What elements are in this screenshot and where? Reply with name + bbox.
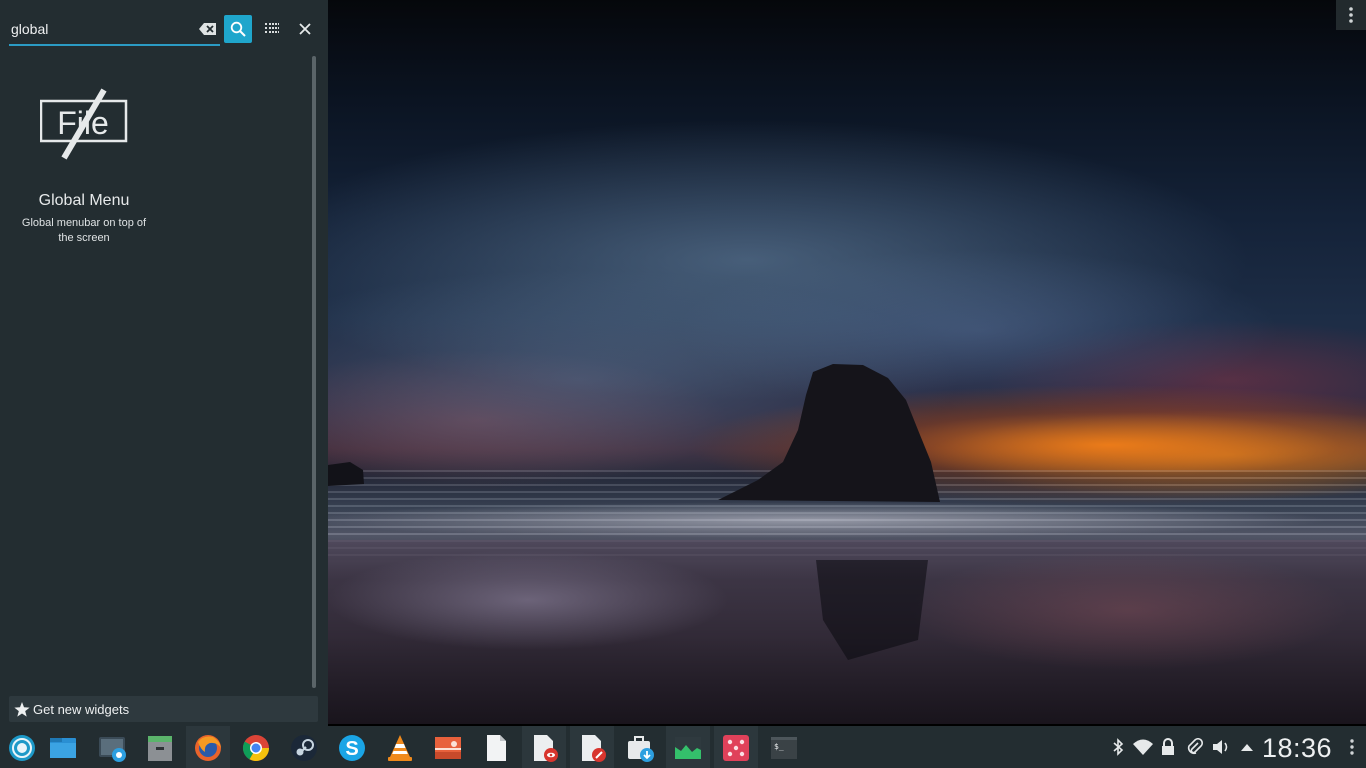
tray-expand-arrow-icon[interactable] <box>1240 738 1258 756</box>
results-scrollbar[interactable] <box>312 56 316 688</box>
search-button[interactable] <box>224 15 252 43</box>
task-document-viewer[interactable] <box>522 726 566 768</box>
star-icon <box>14 702 30 717</box>
svg-text:S: S <box>345 738 358 760</box>
wifi-icon[interactable] <box>1132 738 1154 756</box>
vlc-icon <box>388 735 412 761</box>
archive-manager-icon <box>148 736 172 761</box>
desktop-wallpaper <box>328 0 1366 724</box>
magnifier-icon <box>230 21 246 37</box>
task-dice-game[interactable] <box>714 726 758 768</box>
widget-card-global-menu[interactable]: File Global Menu Global menubar on top o… <box>14 78 154 258</box>
wallpaper-rock <box>328 364 940 660</box>
skype-icon: S <box>339 735 365 761</box>
lock-icon[interactable] <box>1160 738 1178 756</box>
categories-button[interactable] <box>263 20 281 38</box>
task-archive-manager[interactable] <box>138 726 182 768</box>
get-new-widgets-label: Get new widgets <box>33 702 130 717</box>
task-chrome[interactable] <box>234 726 278 768</box>
vertical-dots-icon <box>1350 739 1354 755</box>
screenshot-tool-icon <box>99 737 126 762</box>
system-monitor-icon <box>675 737 701 759</box>
volume-icon[interactable] <box>1211 738 1231 756</box>
widget-search-box <box>9 16 220 46</box>
text-file-icon <box>487 735 506 761</box>
global-menu-file-icon: File <box>40 88 128 160</box>
task-software-center[interactable] <box>618 726 662 768</box>
get-new-widgets-button[interactable]: Get new widgets <box>9 696 318 722</box>
dice-game-icon <box>723 735 749 761</box>
bluetooth-icon[interactable] <box>1111 738 1129 756</box>
task-image-viewer[interactable] <box>426 726 470 768</box>
steam-icon <box>291 735 317 761</box>
task-system-monitor[interactable] <box>666 726 710 768</box>
task-firefox[interactable] <box>186 726 230 768</box>
image-viewer-icon <box>435 737 461 759</box>
document-viewer-icon <box>534 735 558 762</box>
task-screenshot-tool[interactable] <box>90 726 134 768</box>
application-launcher-icon <box>9 735 35 761</box>
task-skype[interactable]: S <box>330 726 374 768</box>
software-center-icon <box>628 736 654 762</box>
terminal-icon: $_ <box>771 737 797 759</box>
taskbar: S $_ 18:36 <box>0 726 1366 768</box>
backspace-clear-icon[interactable] <box>199 22 217 36</box>
desktop-toolbox-button[interactable] <box>1336 0 1366 30</box>
widget-description: Global menubar on top of the screen <box>21 217 147 244</box>
widget-explorer-panel: File Global Menu Global menubar on top o… <box>0 0 328 726</box>
desktop-folder-icon <box>50 738 76 758</box>
desktop-screen: File Global Menu Global menubar on top o… <box>0 0 1366 768</box>
digital-clock[interactable]: 18:36 <box>1262 732 1332 764</box>
close-icon <box>299 23 311 35</box>
application-launcher-button[interactable] <box>0 726 44 768</box>
task-text-file[interactable] <box>474 726 518 768</box>
document-editor-icon <box>582 735 606 762</box>
grid-dots-icon <box>265 23 279 33</box>
close-panel-button[interactable] <box>296 20 314 38</box>
svg-text:$_: $_ <box>774 742 784 751</box>
chrome-icon <box>242 735 270 762</box>
vertical-dots-icon <box>1349 7 1353 23</box>
widget-name: Global Menu <box>38 192 130 209</box>
task-steam[interactable] <box>282 726 326 768</box>
panel-options-button[interactable] <box>1344 738 1360 756</box>
task-vlc[interactable] <box>378 726 422 768</box>
widget-search-input[interactable] <box>9 16 193 42</box>
firefox-icon <box>195 735 221 761</box>
attachment-clip-icon[interactable] <box>1186 737 1204 756</box>
task-terminal[interactable]: $_ <box>762 726 806 768</box>
task-document-editor[interactable] <box>570 726 614 768</box>
task-desktop-folder[interactable] <box>41 726 85 768</box>
